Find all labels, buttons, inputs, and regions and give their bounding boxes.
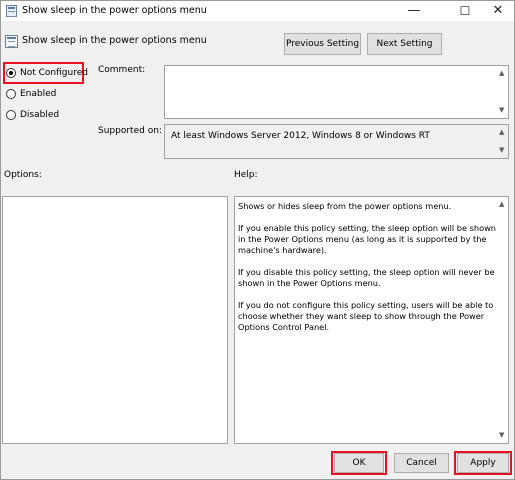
help-paragraph: If you enable this policy setting, the s… [238,223,496,255]
scroll-down-icon[interactable]: ▼ [499,107,504,114]
ok-button[interactable]: OK [334,453,384,473]
scroll-up-icon[interactable]: ▲ [499,129,504,136]
help-scrollbar[interactable]: ▲ ▼ [498,197,508,443]
supported-on-box: At least Windows Server 2012, Windows 8 … [164,124,509,159]
help-paragraph: Shows or hides sleep from the power opti… [238,201,452,211]
title-bar[interactable]: Show sleep in the power options menu — ☐… [1,1,514,21]
setting-icon [5,35,18,48]
options-label: Options: [4,170,42,180]
scroll-down-icon[interactable]: ▼ [499,147,504,154]
options-pane[interactable] [2,196,228,444]
help-paragraph: If you disable this policy setting, the … [238,267,495,288]
comment-textbox[interactable]: ▲ ▼ [164,65,509,119]
apply-button[interactable]: Apply [457,453,509,473]
minimize-button[interactable]: — [399,1,429,21]
supported-on-value: At least Windows Server 2012, Windows 8 … [171,131,430,141]
supported-on-label: Supported on: [98,126,162,136]
radio-indicator[interactable] [6,110,16,120]
close-button[interactable]: ✕ [483,1,513,21]
radio-label: Disabled [20,110,60,120]
help-paragraph: If you do not configure this policy sett… [238,300,494,332]
scroll-up-icon[interactable]: ▲ [499,201,504,208]
scroll-down-icon[interactable]: ▼ [499,432,504,439]
window-title: Show sleep in the power options menu [22,5,207,16]
help-label: Help: [234,170,258,180]
supported-scrollbar[interactable]: ▲ ▼ [498,125,508,158]
next-setting-button[interactable]: Next Setting [367,33,442,55]
comment-scrollbar[interactable]: ▲ ▼ [498,66,508,118]
cancel-button[interactable]: Cancel [394,453,449,473]
help-text: Shows or hides sleep from the power opti… [238,201,496,344]
scroll-up-icon[interactable]: ▲ [499,70,504,77]
previous-setting-button[interactable]: Previous Setting [284,33,361,55]
maximize-button[interactable]: ☐ [450,1,480,21]
radio-indicator[interactable] [6,89,16,99]
setting-title: Show sleep in the power options menu [22,35,207,46]
comment-label: Comment: [98,65,146,75]
radio-indicator[interactable] [6,68,16,78]
radio-label: Enabled [20,89,57,99]
policy-app-icon [6,5,17,17]
policy-editor-window: Show sleep in the power options menu — ☐… [0,0,515,480]
radio-label: Not Configured [20,68,88,78]
